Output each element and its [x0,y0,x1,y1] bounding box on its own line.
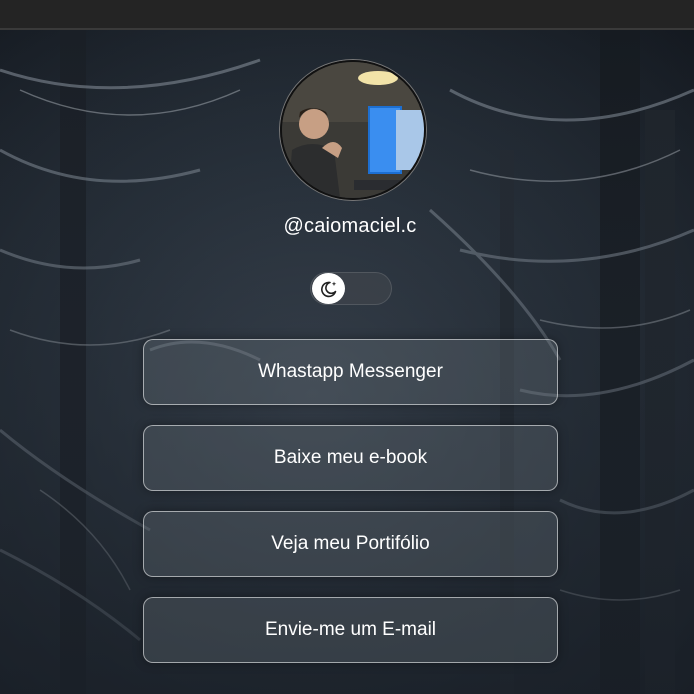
browser-top-bar [0,0,694,30]
theme-toggle[interactable] [310,272,392,305]
whatsapp-messenger-button[interactable]: Whastapp Messenger [143,339,558,405]
moon-stars-icon [320,281,336,297]
profile-photo[interactable] [280,60,426,200]
send-email-button[interactable]: Envie-me um E-mail [143,597,558,663]
download-ebook-button[interactable]: Baixe meu e-book [143,425,558,491]
profile-username: @caiomaciel.c [283,215,417,237]
toggle-knob[interactable] [312,273,345,304]
portfolio-button[interactable]: Veja meu Portifólio [143,511,558,577]
